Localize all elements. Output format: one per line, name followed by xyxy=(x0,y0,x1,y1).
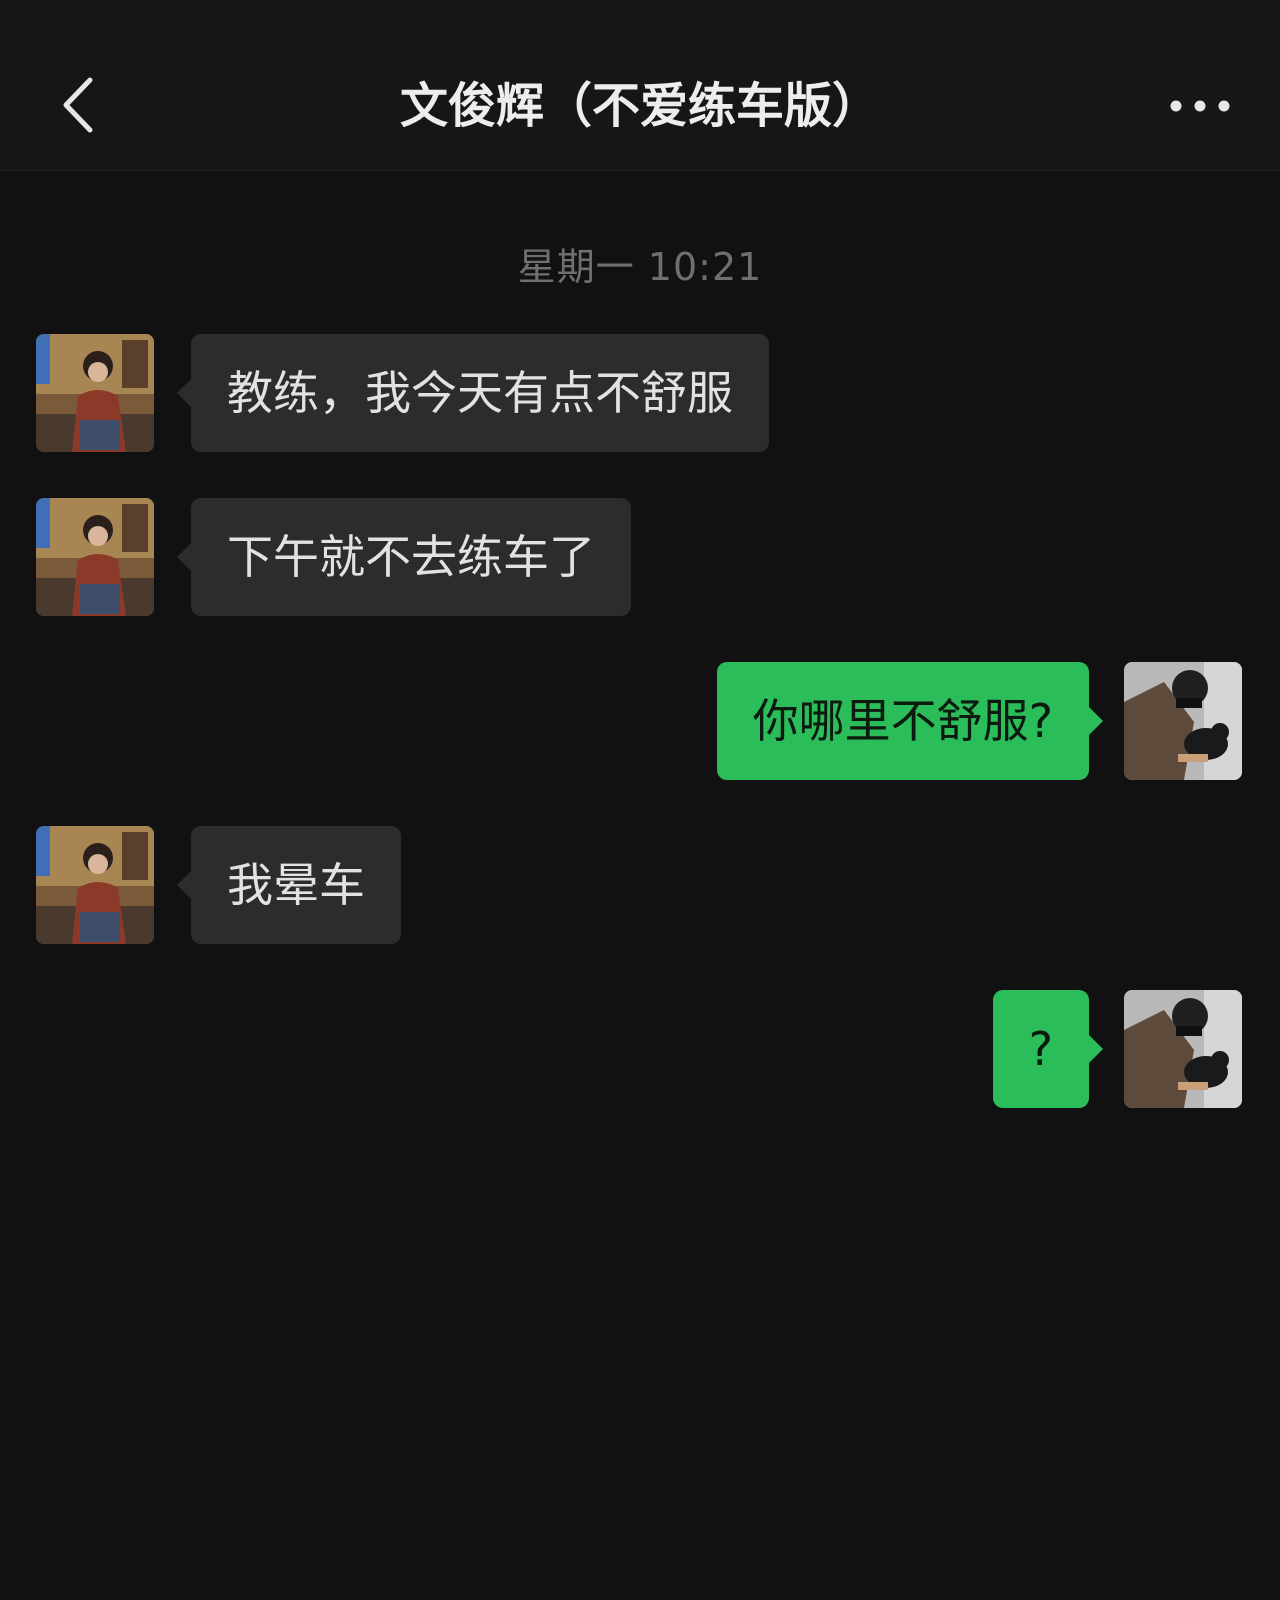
incoming-message-bubble[interactable]: 下午就不去练车了 xyxy=(177,498,631,616)
message-timestamp: 星期一 10:21 xyxy=(517,245,763,289)
message-row: ? xyxy=(0,990,1280,1110)
message-row: 你哪里不舒服? xyxy=(0,662,1280,782)
more-options-button[interactable] xyxy=(1160,84,1240,128)
user-avatar-image xyxy=(1124,990,1242,1108)
message-row: 下午就不去练车了 xyxy=(0,498,1280,618)
contact-avatar[interactable] xyxy=(36,498,154,616)
incoming-message-bubble[interactable]: 教练，我今天有点不舒服 xyxy=(177,334,769,452)
contact-avatar-image xyxy=(36,498,154,616)
incoming-message-bubble[interactable]: 我晕车 xyxy=(177,826,401,944)
outgoing-message-bubble[interactable]: ? xyxy=(992,990,1104,1108)
outgoing-message-bubble[interactable]: 你哪里不舒服? xyxy=(716,662,1104,780)
message-row: 教练，我今天有点不舒服 xyxy=(0,334,1280,454)
more-dots-icon xyxy=(1170,100,1230,112)
contact-avatar-image xyxy=(36,334,154,452)
contact-avatar[interactable] xyxy=(36,826,154,944)
chat-title: 文俊辉（不爱练车版） xyxy=(399,78,880,134)
chat-header: 文俊辉（不爱练车版） xyxy=(0,0,1280,171)
message-row: 我晕车 xyxy=(0,826,1280,946)
contact-avatar[interactable] xyxy=(36,334,154,452)
user-avatar-image xyxy=(1124,662,1242,780)
contact-avatar-image xyxy=(36,826,154,944)
user-avatar[interactable] xyxy=(1124,662,1242,780)
user-avatar[interactable] xyxy=(1124,990,1242,1108)
